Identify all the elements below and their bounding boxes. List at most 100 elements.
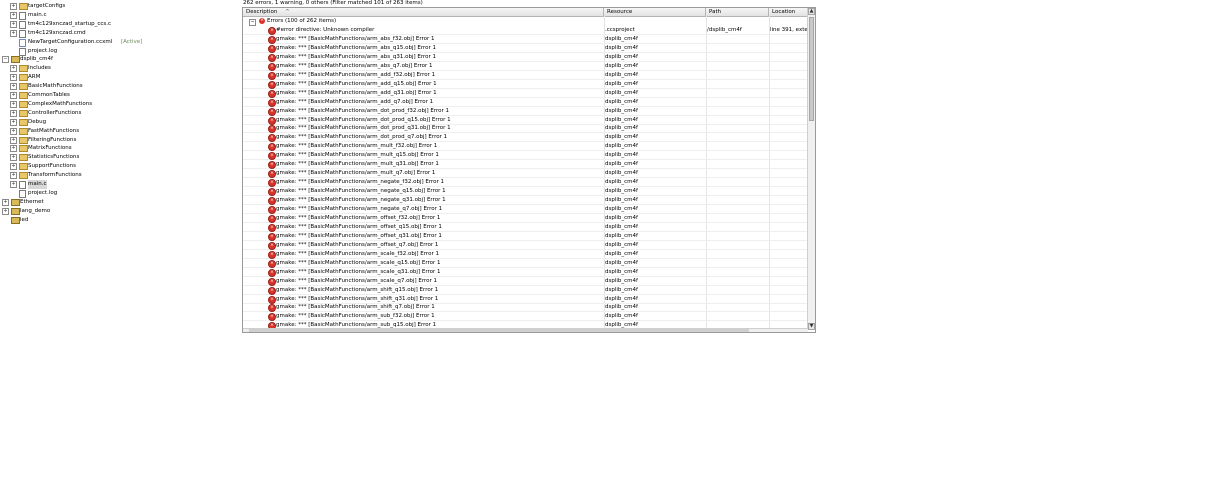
- expand-icon[interactable]: +: [10, 118, 17, 126]
- table-row[interactable]: × gmake: *** [BasicMathFunctions/arm_shif…: [243, 303, 808, 313]
- expand-icon[interactable]: +: [2, 207, 9, 215]
- tree-item[interactable]: + ComplexMathFunctions: [0, 100, 238, 109]
- table-row[interactable]: × gmake: *** [BasicMathFunctions/arm_nega…: [243, 205, 808, 214]
- table-row[interactable]: × gmake: *** [BasicMathFunctions/arm_abs_…: [243, 44, 808, 53]
- tree-item[interactable]: + main.c: [0, 180, 238, 189]
- table-row[interactable]: × gmake: *** [BasicMathFunctions/arm_shif…: [243, 295, 808, 304]
- tree-item[interactable]: + Debug: [0, 118, 238, 127]
- tree-item[interactable]: + targetConfigs: [0, 2, 238, 11]
- tree-item[interactable]: led: [0, 216, 238, 225]
- table-row[interactable]: × gmake: *** [BasicMathFunctions/arm_mult…: [243, 169, 810, 179]
- table-row[interactable]: × gmake: *** [BasicMathFunctions/arm_offs…: [243, 241, 808, 250]
- table-row[interactable]: × gmake: *** [BasicMathFunctions/arm_dot_…: [243, 124, 808, 134]
- table-row[interactable]: × gmake: *** [BasicMathFunctions/arm_add_…: [243, 71, 808, 80]
- table-row[interactable]: × gmake: *** [BasicMathFunctions/arm_add_…: [243, 89, 808, 98]
- table-row[interactable]: × gmake: *** [BasicMathFunctions/arm_dot_…: [243, 116, 808, 125]
- expand-icon[interactable]: +: [10, 145, 17, 153]
- expand-icon[interactable]: +: [10, 83, 17, 91]
- table-row[interactable]: × gmake: *** [BasicMathFunctions/arm_abs_…: [243, 35, 808, 44]
- expand-icon[interactable]: +: [10, 3, 17, 10]
- tree-item[interactable]: + tm4c129xnczad.cmd: [0, 29, 238, 38]
- expand-icon[interactable]: +: [10, 172, 17, 180]
- table-row[interactable]: × #error directive: Unknown compiler .ccsp…: [243, 26, 810, 35]
- row-description: gmake: *** [BasicMathFunctions/arm_offse…: [276, 232, 442, 239]
- tree-item[interactable]: + lang_demo: [0, 207, 238, 216]
- tree-item[interactable]: + Includes: [0, 64, 238, 73]
- table-row[interactable]: × gmake: *** [BasicMathFunctions/arm_offs…: [243, 223, 808, 232]
- row-location: [770, 169, 810, 178]
- tree-item[interactable]: + ARM: [0, 73, 238, 82]
- table-row[interactable]: × gmake: *** [BasicMathFunctions/arm_mult…: [243, 142, 808, 152]
- table-row[interactable]: × gmake: *** [BasicMathFunctions/arm_dot_…: [243, 107, 808, 116]
- row-location: [770, 223, 810, 232]
- horizontal-scrollbar[interactable]: [243, 328, 808, 332]
- vertical-scrollbar[interactable]: ▲ ▼: [807, 8, 815, 330]
- table-row[interactable]: × gmake: *** [BasicMathFunctions/arm_add_…: [243, 98, 808, 107]
- expand-icon[interactable]: +: [10, 74, 17, 82]
- collapse-icon[interactable]: −: [2, 56, 9, 64]
- expand-icon[interactable]: +: [10, 181, 17, 188]
- table-row[interactable]: × gmake: *** [BasicMathFunctions/arm_abs_…: [243, 62, 808, 71]
- expand-icon[interactable]: +: [10, 154, 17, 162]
- table-row[interactable]: × gmake: *** [BasicMathFunctions/arm_scal…: [243, 268, 808, 277]
- tree-item[interactable]: + FastMathFunctions: [0, 127, 238, 136]
- column-header-description[interactable]: Description ^: [243, 8, 604, 16]
- table-row[interactable]: × gmake: *** [BasicMathFunctions/arm_offs…: [243, 214, 808, 223]
- expand-icon[interactable]: +: [10, 136, 17, 144]
- scroll-up-arrow-icon[interactable]: ▲: [808, 8, 815, 15]
- scroll-down-arrow-icon[interactable]: ▼: [808, 323, 815, 330]
- expand-icon[interactable]: +: [10, 100, 17, 108]
- table-row[interactable]: × gmake: *** [BasicMathFunctions/arm_nega…: [243, 178, 808, 188]
- tree-item[interactable]: + tm4c129xnczad_startup_ccs.c: [0, 20, 238, 29]
- expand-icon[interactable]: +: [10, 127, 17, 135]
- row-location: [770, 259, 810, 268]
- row-description: #error directive: Unknown compiler: [276, 27, 375, 33]
- tree-item[interactable]: + MatrixFunctions: [0, 144, 238, 153]
- tree-item[interactable]: + SupportFunctions: [0, 162, 238, 171]
- table-row[interactable]: × gmake: *** [BasicMathFunctions/arm_offs…: [243, 232, 808, 241]
- tree-item[interactable]: + ControllerFunctions: [0, 109, 238, 118]
- expand-icon[interactable]: +: [2, 198, 9, 206]
- error-icon: ×: [268, 179, 276, 188]
- errors-group-row[interactable]: − × Errors (100 of 262 items): [243, 17, 808, 26]
- table-row[interactable]: × gmake: *** [BasicMathFunctions/arm_sub_…: [243, 312, 808, 322]
- tree-item[interactable]: + FilteringFunctions: [0, 136, 238, 145]
- expand-icon[interactable]: +: [10, 29, 17, 37]
- tree-item[interactable]: + main.c: [0, 11, 238, 20]
- table-row[interactable]: × gmake: *** [BasicMathFunctions/arm_scal…: [243, 259, 808, 268]
- tree-item[interactable]: + CommonTables: [0, 91, 238, 100]
- tree-item[interactable]: − dsplib_cm4f: [0, 55, 238, 64]
- expand-icon[interactable]: +: [10, 92, 17, 99]
- table-row[interactable]: × gmake: *** [BasicMathFunctions/arm_nega…: [243, 196, 810, 206]
- row-location: [770, 196, 810, 205]
- tree-item[interactable]: NewTargetConfiguration.ccxml [Active]: [0, 38, 238, 47]
- collapse-toggle-icon[interactable]: −: [249, 19, 256, 26]
- tree-item[interactable]: project.log: [0, 47, 238, 56]
- row-description: gmake: *** [BasicMathFunctions/arm_abs_q…: [276, 44, 437, 51]
- tree-item[interactable]: project.log: [0, 189, 238, 198]
- table-row[interactable]: × gmake: *** [BasicMathFunctions/arm_dot_…: [243, 133, 808, 143]
- table-row[interactable]: × gmake: *** [BasicMathFunctions/arm_scal…: [243, 277, 808, 286]
- table-row[interactable]: × gmake: *** [BasicMathFunctions/arm_nega…: [243, 187, 808, 197]
- table-row[interactable]: × gmake: *** [BasicMathFunctions/arm_add_…: [243, 80, 808, 89]
- tree-item[interactable]: + StatisticsFunctions: [0, 153, 238, 162]
- column-header-path[interactable]: Path: [706, 8, 769, 16]
- expand-icon[interactable]: +: [10, 109, 17, 117]
- tree-item[interactable]: + BasicMathFunctions: [0, 82, 238, 91]
- expand-icon[interactable]: +: [10, 65, 17, 73]
- table-header: Description ^ Resource Path Location: [243, 8, 808, 17]
- expand-icon[interactable]: +: [10, 11, 17, 19]
- table-row[interactable]: × gmake: *** [BasicMathFunctions/arm_shif…: [243, 286, 808, 295]
- tree-item[interactable]: + TransformFunctions: [0, 171, 238, 180]
- scrollbar-thumb[interactable]: [809, 17, 814, 121]
- table-row[interactable]: × gmake: *** [BasicMathFunctions/arm_abs_…: [243, 53, 808, 62]
- horizontal-scrollbar-thumb[interactable]: [249, 329, 749, 332]
- expand-icon[interactable]: +: [10, 163, 17, 171]
- table-row[interactable]: × gmake: *** [BasicMathFunctions/arm_scal…: [243, 250, 808, 259]
- tree-item[interactable]: + Ethernet: [0, 198, 238, 207]
- table-row[interactable]: × gmake: *** [BasicMathFunctions/arm_mult…: [243, 151, 808, 161]
- expand-icon[interactable]: +: [10, 20, 17, 28]
- table-row[interactable]: × gmake: *** [BasicMathFunctions/arm_mult…: [243, 160, 808, 170]
- column-header-resource[interactable]: Resource: [604, 8, 706, 16]
- column-header-location[interactable]: Location: [769, 8, 808, 16]
